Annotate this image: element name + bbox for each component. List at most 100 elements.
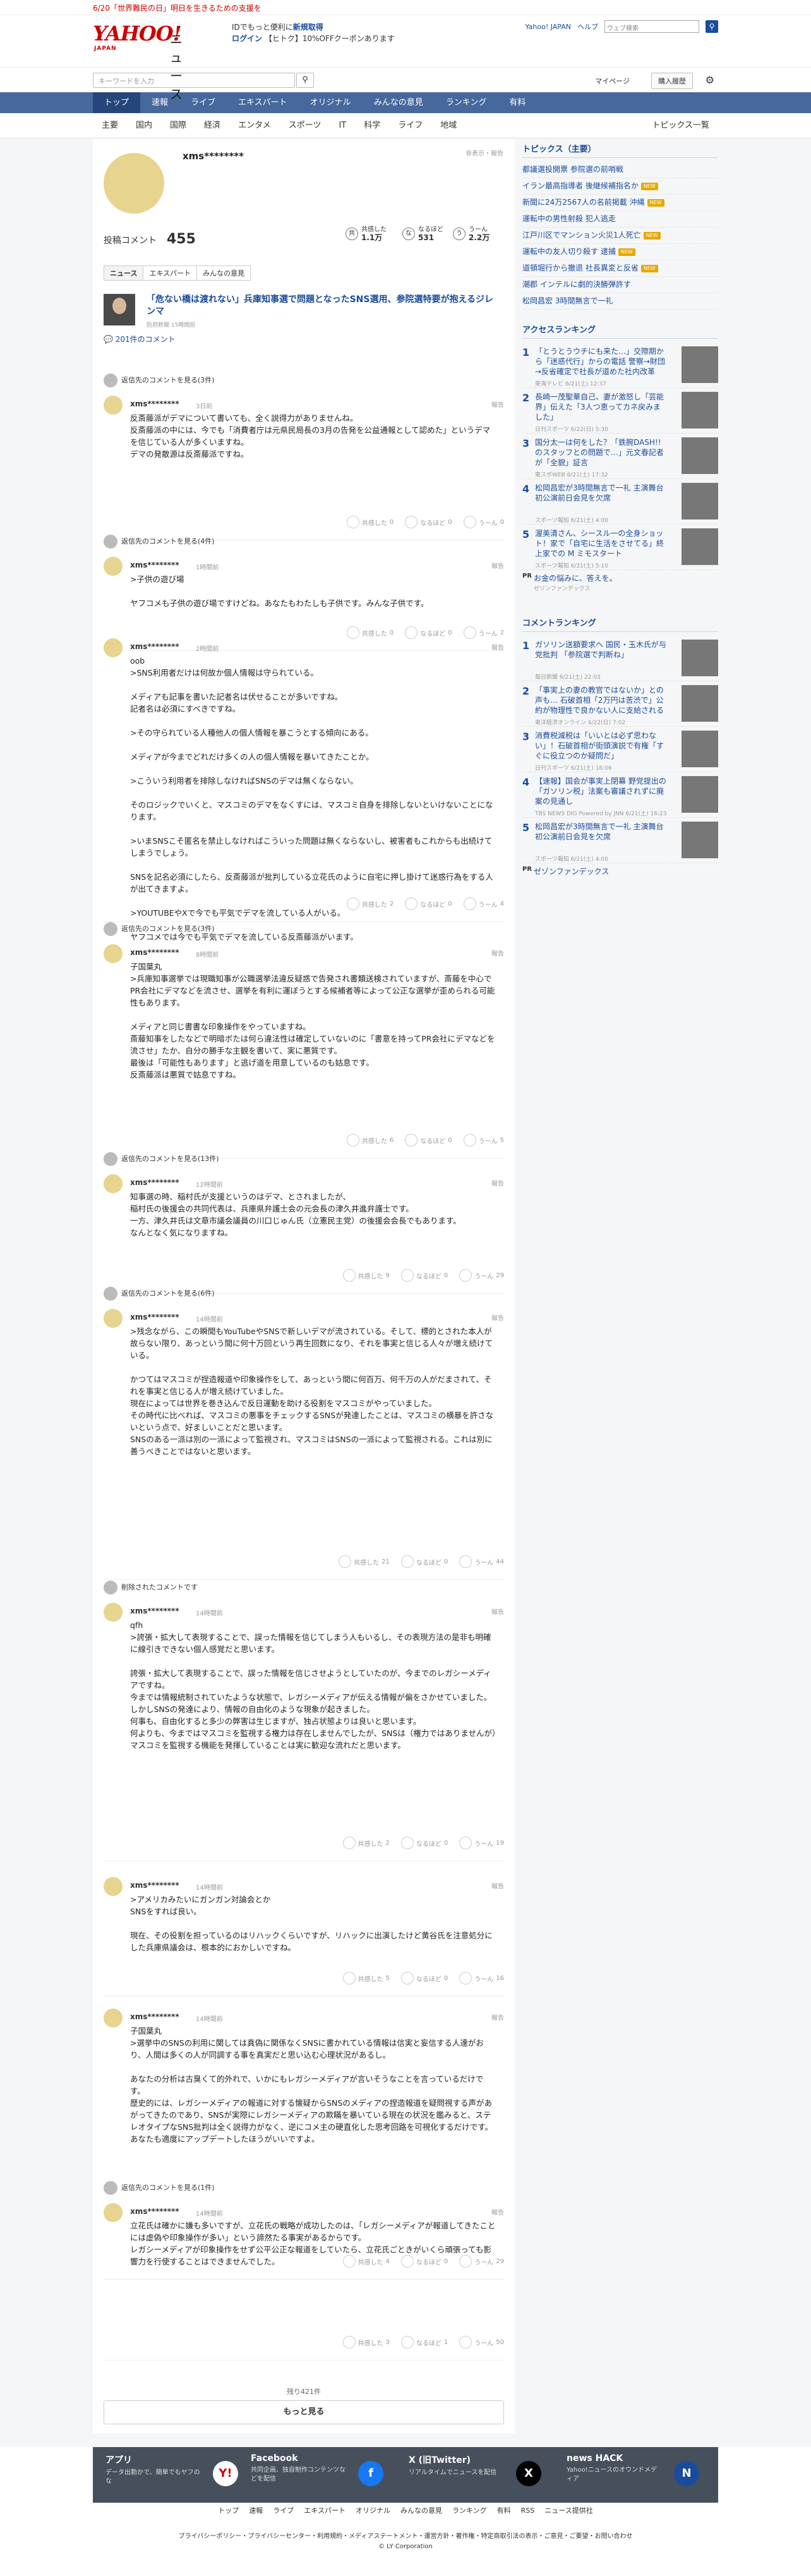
reply-parent-link[interactable]: 返信先のコメントを見る(3件) — [104, 921, 504, 937]
nav-top[interactable]: トップ — [93, 92, 141, 113]
hmm-button[interactable]: うーん 5 — [463, 1134, 504, 1146]
empathy-button[interactable]: 共感した 2 — [342, 1837, 390, 1849]
report-link[interactable]: 報告 — [491, 1881, 504, 1890]
topic-link[interactable]: 都議選投開票 参院選の前哨戦 — [522, 162, 718, 178]
footer-app[interactable]: アプリ データ出勤かで、簡単でもヤフのな Y! — [105, 2453, 238, 2486]
hmm-button[interactable]: うーん 2 — [463, 626, 504, 639]
ranking-item[interactable]: 1 「とうとうウチにも来た…」交際期から「迷惑代行」からの電話 警察→財団→反省確… — [522, 343, 718, 388]
ranking-item[interactable]: 5 渥美清さん、シースル一の全身ショット！家で「自宅に生活をさせてる」終上家での … — [522, 525, 718, 570]
cat-sports[interactable]: スポーツ — [280, 113, 330, 138]
cat-it[interactable]: IT — [330, 113, 355, 138]
topic-link[interactable]: 運転中の男性射殺 犯人逃走 — [522, 211, 718, 228]
hmm-button[interactable]: うーん 29 — [459, 1269, 504, 1282]
comment-author[interactable]: xms******** — [130, 2012, 179, 2021]
report-link[interactable]: 報告 — [491, 2207, 504, 2216]
naruhodo-button[interactable]: なるほど 0 — [400, 1269, 448, 1282]
topic-link[interactable]: イラン最高指導者 後継候補指名か NEW — [522, 178, 718, 195]
reply-parent-link[interactable]: 返信先のコメントを見る(1件) — [104, 2180, 504, 2196]
news-search-input[interactable]: キーワードを入力 — [93, 73, 295, 88]
nav-live[interactable]: ライブ — [179, 92, 227, 113]
ranking-item[interactable]: 3 国分太一は何をした？「鉄腕DASH!!のスタッフとの問題で…」元文春記者が「全… — [522, 434, 718, 479]
empathy-button[interactable]: 共感した 3 — [342, 2336, 390, 2348]
footer-nav-link[interactable]: 速報 — [249, 2506, 263, 2515]
report-link[interactable]: 報告 — [491, 399, 504, 409]
topic-link[interactable]: 道頓堀行から撤退 社長異変と反省 NEW — [522, 260, 718, 277]
pr-item[interactable]: PR お金の悩みに、答えを。 ゼゾンファンデックス — [522, 570, 718, 598]
register-link[interactable]: 新規取得 — [293, 23, 323, 32]
yahoo-japan-link[interactable]: Yahoo! JAPAN — [525, 23, 571, 31]
report-link[interactable]: 報告 — [491, 2012, 504, 2022]
cat-world[interactable]: 国際 — [161, 113, 195, 138]
reply-parent-link[interactable]: 返信先のコメントを見る(4件) — [104, 534, 504, 549]
tab-opinion[interactable]: みんなの意見 — [196, 265, 251, 281]
search-icon[interactable]: ⚲ — [706, 20, 718, 33]
topic-link[interactable]: 潮郡 インテルに劇的決勝弾許す — [522, 277, 718, 293]
help-link[interactable]: ヘルプ — [577, 21, 598, 32]
pr-item[interactable]: PR ゼゾンファンデックス — [522, 863, 718, 891]
footer-nav-link[interactable]: ランキング — [452, 2506, 487, 2515]
empathy-button[interactable]: 共感した 9 — [342, 1269, 390, 1282]
ranking-item[interactable]: 4 松岡昌宏が3時間無言で一礼 主演舞台初公演前日会見を欠席 スポーツ報知 6/21… — [522, 479, 718, 525]
empathy-button[interactable]: 共感した 6 — [346, 1134, 393, 1146]
report-link[interactable]: 報告 — [491, 1313, 504, 1322]
hmm-button[interactable]: うーん 4 — [463, 897, 504, 910]
comment-author[interactable]: xms******** — [130, 1881, 179, 1890]
nav-original[interactable]: オリジナル — [299, 92, 363, 113]
footer-newshack[interactable]: news HACK Yahoo!ニュースのオウンドメディア N — [567, 2453, 699, 2486]
report-link[interactable]: 報告 — [491, 561, 504, 570]
naruhodo-button[interactable]: なるほど 0 — [400, 1837, 448, 1849]
comment-author[interactable]: xms******** — [130, 1313, 179, 1321]
topic-link[interactable]: 江戸川区でマンション火災1人死亡 NEW — [522, 228, 718, 244]
nav-breaking[interactable]: 速報 — [140, 92, 179, 113]
cat-life[interactable]: ライフ — [389, 113, 431, 138]
load-more-button[interactable]: もっと見る — [104, 2400, 504, 2424]
purchase-history-button[interactable]: 購入履歴 — [651, 73, 693, 89]
empathy-button[interactable]: 共感した 0 — [346, 516, 393, 528]
hmm-button[interactable]: うーん 16 — [459, 1972, 504, 1984]
mypage-link[interactable]: マイページ — [595, 76, 630, 86]
footer-nav-link[interactable]: ニュース提供社 — [544, 2506, 592, 2515]
coupon-link[interactable]: 【ヒトク】10%OFFクーポンあります — [265, 34, 395, 43]
reply-parent-link[interactable]: 返信先のコメントを見る(6件) — [104, 1286, 504, 1301]
reply-parent-link[interactable]: 返信先のコメントを見る(3件) — [104, 373, 504, 388]
footer-nav-link[interactable]: エキスパート — [304, 2506, 345, 2515]
nav-paid[interactable]: 有料 — [498, 92, 537, 113]
cat-main[interactable]: 主要 — [93, 113, 127, 138]
footer-nav-link[interactable]: トップ — [218, 2506, 239, 2515]
topic-link[interactable]: 新聞に24万2567人の名前掲載 沖縄 NEW — [522, 195, 718, 211]
cat-local[interactable]: 地域 — [431, 113, 466, 138]
footer-nav-link[interactable]: ライブ — [273, 2506, 294, 2515]
reply-parent-link[interactable]: 削除されたコメントです — [104, 1580, 504, 1595]
naruhodo-button[interactable]: なるほど 0 — [405, 626, 452, 639]
footer-nav-link[interactable]: 有料 — [497, 2506, 511, 2515]
empathy-button[interactable]: 共感した 5 — [342, 1972, 390, 1984]
naruhodo-button[interactable]: なるほど 0 — [405, 1134, 452, 1146]
ranking-item[interactable]: 5 松岡昌宏が3時間無言で一礼 主演舞台初公演前日会見を欠席 スポーツ報知 6/21… — [522, 818, 718, 863]
naruhodo-button[interactable]: なるほど 0 — [400, 1555, 448, 1568]
cat-domestic[interactable]: 国内 — [127, 113, 161, 138]
rank-title[interactable]: 国分太一は何をした？「鉄腕DASH!!のスタッフとの問題で…」元文春記者が「全貌… — [535, 437, 668, 468]
rank-title[interactable]: 消費税減税は「いいとは必ず思わない」！石破首相が街頭演説で有権「すぐに役立つのか… — [535, 731, 668, 761]
cat-entertainment[interactable]: エンタメ — [229, 113, 280, 138]
report-link[interactable]: 報告 — [491, 642, 504, 652]
tab-expert[interactable]: エキスパート — [143, 265, 198, 281]
rank-title[interactable]: 長崎一茂聖華自己、妻が激怒し「芸能界」伝えた「3人つ恵ってカネ戻みました」 — [535, 392, 668, 422]
ranking-item[interactable]: 2 「事実上の妻の教官ではないか」との声も… 石破首相「2万円は苦渋で」公約が物理… — [522, 681, 718, 727]
comment-author[interactable]: xms******** — [130, 2207, 179, 2216]
report-link[interactable]: 報告 — [491, 1178, 504, 1188]
topic-link[interactable]: 松岡昌宏 3時間無言で一礼 — [522, 293, 718, 310]
comment-author[interactable]: xms******** — [130, 1178, 179, 1187]
comment-author[interactable]: xms******** — [130, 561, 179, 569]
rank-title[interactable]: 松岡昌宏が3時間無言で一礼 主演舞台初公演前日会見を欠席 — [535, 483, 668, 503]
footer-nav-link[interactable]: みんなの意見 — [400, 2506, 442, 2515]
reply-parent-link[interactable]: 返信先のコメントを見る(13件) — [104, 1151, 504, 1167]
login-link[interactable]: ログイン — [232, 34, 262, 43]
nav-expert[interactable]: エキスパート — [227, 92, 299, 113]
rank-title[interactable]: 「事実上の妻の教官ではないか」との声も… 石破首相「2万円は苦渋で」公約が物理性… — [535, 685, 668, 715]
nav-ranking[interactable]: ランキング — [435, 92, 498, 113]
naruhodo-button[interactable]: なるほど 1 — [400, 2336, 448, 2348]
nav-opinion[interactable]: みんなの意見 — [363, 92, 435, 113]
comment-author[interactable]: xms******** — [130, 1607, 179, 1615]
naruhodo-button[interactable]: なるほど 0 — [405, 516, 452, 528]
empathy-button[interactable]: 共感した 21 — [339, 1555, 390, 1568]
